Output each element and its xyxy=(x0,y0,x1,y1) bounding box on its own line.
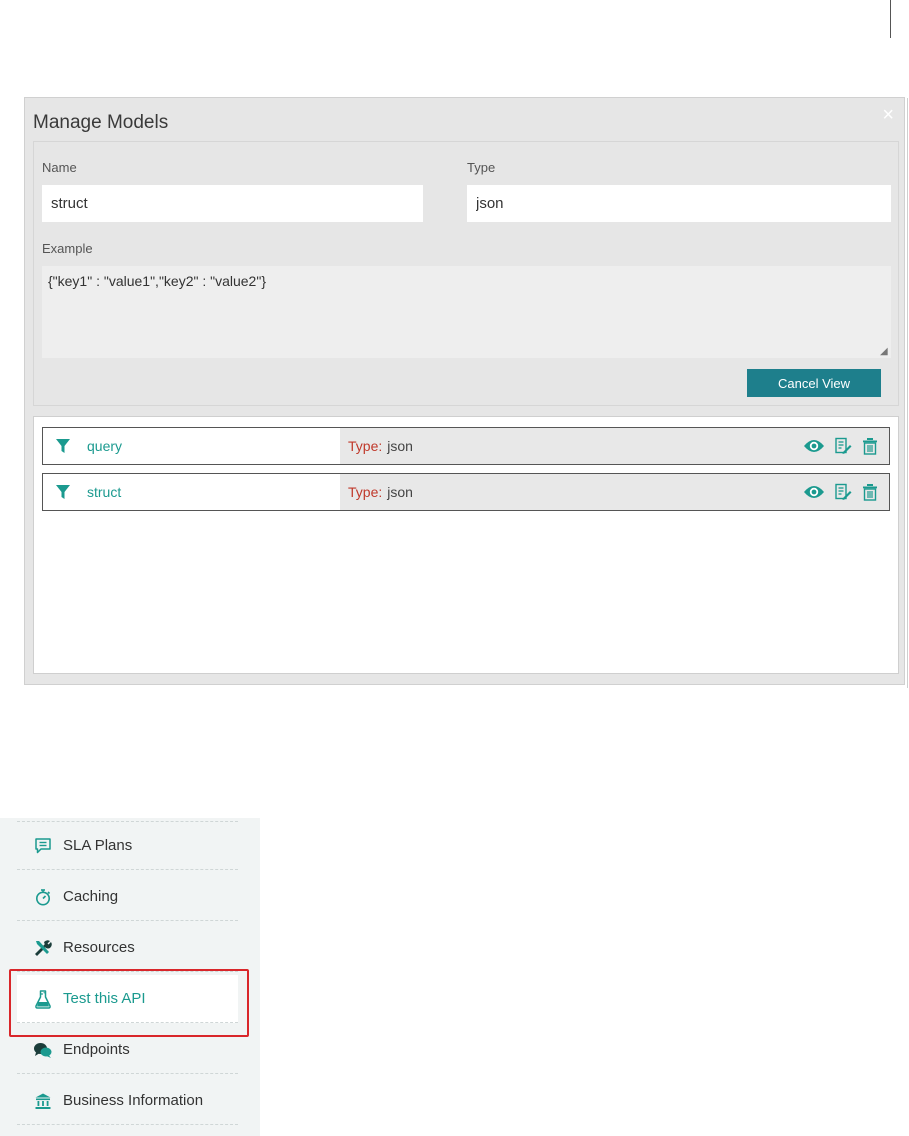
resize-grip-icon[interactable]: ◢ xyxy=(880,346,888,357)
name-label: Name xyxy=(42,160,77,175)
edit-icon[interactable] xyxy=(834,437,852,455)
row-actions xyxy=(803,437,879,455)
right-edge-line xyxy=(907,98,908,688)
trash-icon[interactable] xyxy=(861,437,879,455)
endpoints-icon xyxy=(32,1041,54,1059)
type-value: json xyxy=(387,438,413,454)
cancel-view-button[interactable]: Cancel View xyxy=(747,369,881,397)
type-key: Type: xyxy=(348,484,383,500)
model-row[interactable]: struct Type: json xyxy=(42,473,890,511)
model-type-cell: Type: json xyxy=(340,428,889,464)
nav-label: Caching xyxy=(63,888,119,905)
example-textarea[interactable]: {"key1" : "value1","key2" : "value2"} xyxy=(42,266,891,358)
highlight-box xyxy=(9,969,249,1037)
model-type-cell: Type: json xyxy=(340,474,889,510)
model-row[interactable]: query Type: json xyxy=(42,427,890,465)
filter-icon xyxy=(55,484,71,500)
trash-icon[interactable] xyxy=(861,483,879,501)
filter-icon xyxy=(55,438,71,454)
bank-icon xyxy=(32,1092,54,1110)
name-field[interactable] xyxy=(42,185,423,222)
model-name-cell: query xyxy=(43,428,340,464)
type-value: json xyxy=(387,484,413,500)
model-name[interactable]: struct xyxy=(87,484,121,500)
nav-label: SLA Plans xyxy=(63,837,133,854)
type-field[interactable] xyxy=(467,185,891,222)
nav-item-sla-plans[interactable]: SLA Plans xyxy=(17,822,238,870)
stopwatch-icon xyxy=(32,888,54,906)
row-actions xyxy=(803,483,879,501)
nav-item-resources[interactable]: Resources xyxy=(17,924,238,972)
dialog-title: Manage Models xyxy=(33,112,169,133)
type-label: Type xyxy=(467,160,496,175)
models-list: query Type: json struct Type: json xyxy=(33,416,899,674)
nav-item-business-information[interactable]: Business Information xyxy=(17,1077,238,1125)
sla-plans-icon xyxy=(32,837,54,855)
tools-icon xyxy=(32,939,54,957)
view-eye-icon[interactable] xyxy=(803,484,825,500)
model-name-cell: struct xyxy=(43,474,340,510)
type-key: Type: xyxy=(348,438,383,454)
model-form: Name Type Example {"key1" : "value1","ke… xyxy=(33,141,899,406)
nav-label: Endpoints xyxy=(63,1041,130,1058)
manage-models-dialog: Manage Models × Name Type Example {"key1… xyxy=(24,97,905,685)
example-label: Example xyxy=(42,241,93,256)
view-eye-icon[interactable] xyxy=(803,438,825,454)
model-name[interactable]: query xyxy=(87,438,122,454)
top-divider-line xyxy=(890,0,891,38)
nav-label: Resources xyxy=(63,939,135,956)
close-icon[interactable]: × xyxy=(882,104,894,127)
nav-label: Business Information xyxy=(63,1092,204,1109)
nav-item-caching[interactable]: Caching xyxy=(17,873,238,921)
edit-icon[interactable] xyxy=(834,483,852,501)
